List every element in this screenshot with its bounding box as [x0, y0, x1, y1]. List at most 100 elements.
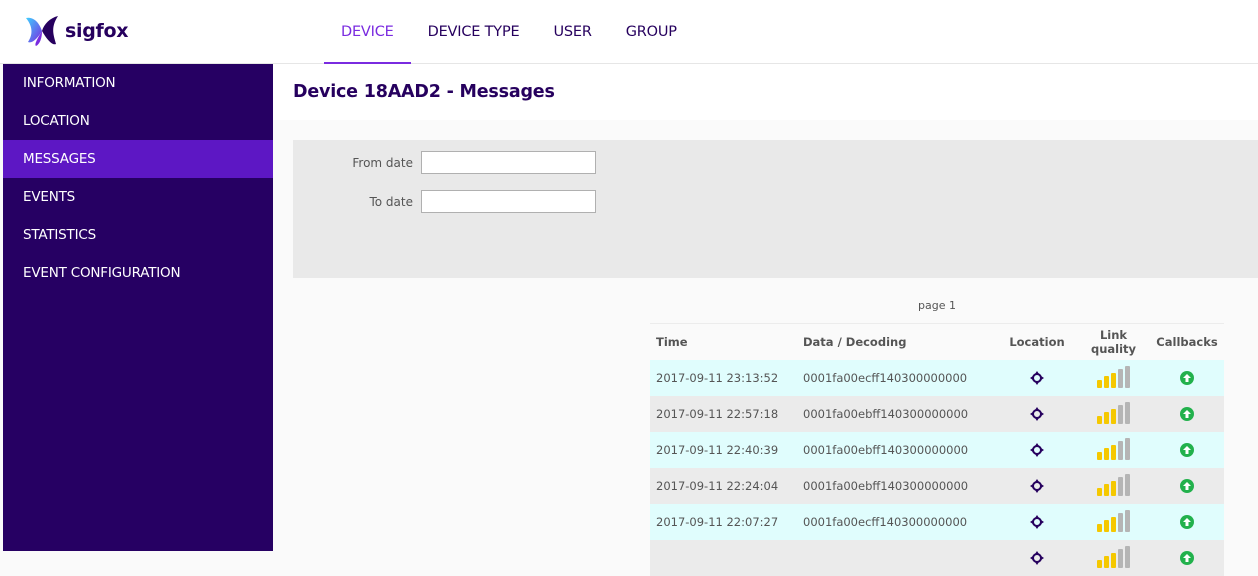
to-date-label: To date	[369, 194, 413, 209]
signal-bar	[1125, 545, 1130, 568]
arrow-up-circle-icon[interactable]	[1180, 479, 1194, 494]
signal-bar	[1097, 451, 1102, 460]
cell-location	[997, 396, 1077, 432]
nav-device[interactable]: DEVICE	[324, 0, 411, 65]
signal-bar	[1125, 509, 1130, 532]
signal-bar	[1111, 408, 1116, 424]
sidebar-item-location[interactable]: LOCATION	[3, 102, 273, 140]
cell-link-quality	[1077, 468, 1150, 504]
cell-link-quality	[1077, 360, 1150, 396]
signal-bar	[1118, 477, 1123, 496]
signal-bar	[1097, 523, 1102, 532]
arrow-up-circle-icon[interactable]	[1180, 443, 1194, 458]
nav-device-type[interactable]: DEVICE TYPE	[411, 0, 537, 64]
signal-bar	[1104, 484, 1109, 496]
table-row[interactable]: 2017-09-11 23:13:52 0001fa00ecff140300000…	[650, 360, 1224, 396]
crosshair-icon[interactable]	[1030, 515, 1044, 530]
table-row[interactable]: 2017-09-11 22:40:39 0001fa00ebff140300000…	[650, 432, 1224, 468]
arrow-up-circle-icon[interactable]	[1180, 515, 1194, 530]
to-date-input[interactable]	[421, 190, 596, 213]
signal-bar	[1104, 376, 1109, 388]
signal-bar	[1097, 415, 1102, 424]
cell-time: 2017-09-11 23:13:52	[650, 360, 797, 396]
cell-data: 0001fa00ebff140300000000	[797, 468, 997, 504]
from-date-input[interactable]	[421, 151, 596, 174]
cell-data: 0001fa00ebff140300000000	[797, 432, 997, 468]
cell-callbacks	[1150, 432, 1224, 468]
sidebar-item-event-configuration[interactable]: EVENT CONFIGURATION	[3, 254, 273, 292]
cell-location	[997, 504, 1077, 540]
arrow-up-circle-icon[interactable]	[1180, 551, 1194, 566]
cell-time: 2017-09-11 22:24:04	[650, 468, 797, 504]
sidebar-item-information[interactable]: INFORMATION	[3, 64, 273, 102]
signal-bar	[1111, 480, 1116, 496]
signal-bar	[1125, 365, 1130, 388]
signal-bars-icon	[1097, 437, 1130, 460]
cell-time: 2017-09-11 22:57:18	[650, 396, 797, 432]
cell-time	[650, 540, 797, 576]
crosshair-icon[interactable]	[1030, 551, 1044, 566]
sidebar-item-messages[interactable]: MESSAGES	[3, 140, 273, 178]
cell-location	[997, 540, 1077, 576]
cell-callbacks	[1150, 504, 1224, 540]
column-header-location[interactable]: Location	[997, 324, 1077, 360]
table-header-row: Time Data / Decoding Location Link quali…	[650, 324, 1224, 360]
cell-link-quality	[1077, 432, 1150, 468]
table-row[interactable]	[650, 540, 1224, 576]
nav-user[interactable]: USER	[536, 0, 608, 64]
signal-bar	[1104, 556, 1109, 568]
from-date-label: From date	[352, 155, 413, 170]
table-row[interactable]: 2017-09-11 22:57:18 0001fa00ebff140300000…	[650, 396, 1224, 432]
cell-link-quality	[1077, 540, 1150, 576]
column-header-callbacks[interactable]: Callbacks	[1150, 324, 1224, 360]
main-content: Device 18AAD2 - Messages From date To da…	[273, 64, 1258, 576]
sidebar: INFORMATION LOCATION MESSAGES EVENTS STA…	[3, 64, 273, 551]
crosshair-icon[interactable]	[1030, 371, 1044, 386]
signal-bars-icon	[1097, 365, 1130, 388]
signal-bar	[1097, 379, 1102, 388]
signal-bar	[1111, 516, 1116, 532]
signal-bar	[1097, 559, 1102, 568]
signal-bar	[1125, 401, 1130, 424]
pagination: page 1	[650, 288, 1224, 324]
signal-bar	[1111, 444, 1116, 460]
column-header-data[interactable]: Data / Decoding	[797, 324, 997, 360]
arrow-up-circle-icon[interactable]	[1180, 371, 1194, 386]
column-header-link-quality[interactable]: Link quality	[1077, 324, 1150, 360]
signal-bar	[1104, 412, 1109, 424]
cell-callbacks	[1150, 360, 1224, 396]
signal-bar	[1118, 441, 1123, 460]
column-header-time[interactable]: Time	[650, 324, 797, 360]
crosshair-icon[interactable]	[1030, 443, 1044, 458]
cell-time: 2017-09-11 22:07:27	[650, 504, 797, 540]
cell-callbacks	[1150, 396, 1224, 432]
signal-bars-icon	[1097, 545, 1130, 568]
page-title: Device 18AAD2 - Messages	[293, 82, 555, 102]
sidebar-item-statistics[interactable]: STATISTICS	[3, 216, 273, 254]
signal-bar	[1125, 437, 1130, 460]
nav-group[interactable]: GROUP	[609, 0, 694, 64]
crosshair-icon[interactable]	[1030, 479, 1044, 494]
to-date-row: To date	[293, 190, 596, 213]
arrow-up-circle-icon[interactable]	[1180, 407, 1194, 422]
signal-bar	[1097, 487, 1102, 496]
sidebar-item-events[interactable]: EVENTS	[3, 178, 273, 216]
signal-bars-icon	[1097, 509, 1130, 532]
sigfox-butterfly-icon	[26, 16, 58, 46]
logo-text: sigfox	[65, 20, 129, 42]
title-bar: Device 18AAD2 - Messages	[273, 64, 1258, 120]
signal-bar	[1118, 513, 1123, 532]
crosshair-icon[interactable]	[1030, 407, 1044, 422]
signal-bar	[1104, 520, 1109, 532]
table-row[interactable]: 2017-09-11 22:07:27 0001fa00ecff140300000…	[650, 504, 1224, 540]
cell-callbacks	[1150, 540, 1224, 576]
signal-bar	[1125, 473, 1130, 496]
messages-table: Time Data / Decoding Location Link quali…	[650, 324, 1224, 576]
table-row[interactable]: 2017-09-11 22:24:04 0001fa00ebff140300000…	[650, 468, 1224, 504]
signal-bar	[1111, 552, 1116, 568]
cell-link-quality	[1077, 504, 1150, 540]
signal-bar	[1118, 549, 1123, 568]
cell-location	[997, 468, 1077, 504]
sigfox-logo[interactable]: sigfox	[24, 14, 129, 48]
cell-data: 0001fa00ecff140300000000	[797, 360, 997, 396]
